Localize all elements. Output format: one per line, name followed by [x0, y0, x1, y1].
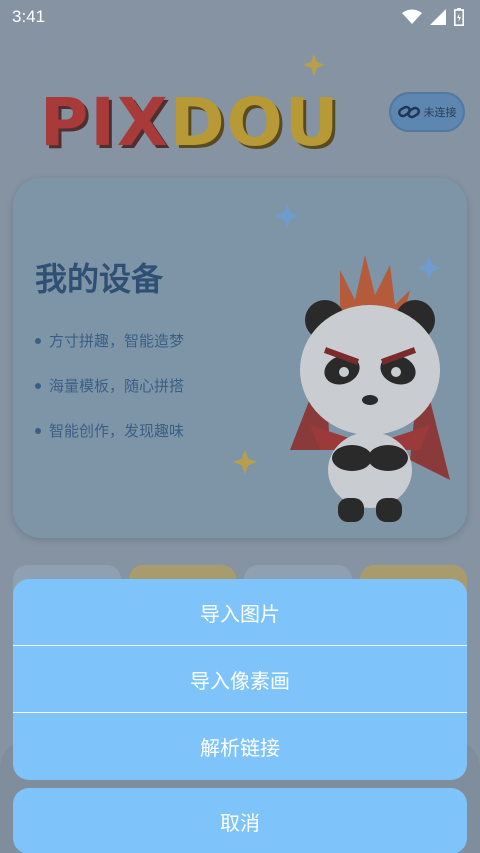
action-sheet-options: 导入图片 导入像素画 解析链接: [13, 579, 467, 780]
parse-link-button[interactable]: 解析链接: [13, 713, 467, 780]
import-pixel-art-button[interactable]: 导入像素画: [13, 646, 467, 713]
cancel-button[interactable]: 取消: [13, 788, 467, 853]
action-sheet: 导入图片 导入像素画 解析链接 取消: [13, 579, 467, 853]
import-image-button[interactable]: 导入图片: [13, 579, 467, 646]
